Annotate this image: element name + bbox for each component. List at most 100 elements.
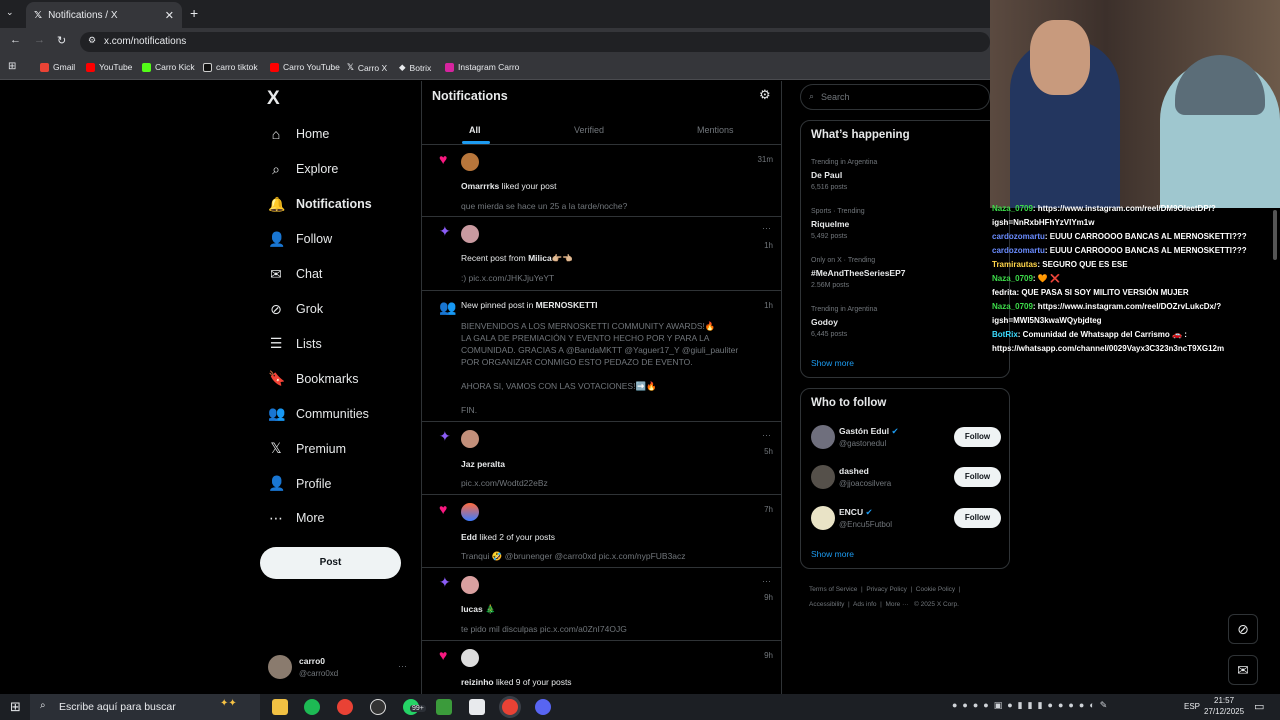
- nav-label: Home: [296, 127, 330, 141]
- nav-follow[interactable]: 👤 Follow: [268, 231, 332, 248]
- notification-item[interactable]: ♥ 31m Omarrrks liked your post que mierd…: [422, 145, 781, 217]
- follow-button[interactable]: Follow: [954, 467, 1001, 487]
- bookmark-gmail[interactable]: Gmail: [40, 62, 75, 72]
- messages-floating-button[interactable]: ✉: [1228, 655, 1258, 685]
- nav-label: Chat: [296, 267, 323, 282]
- chrome-icon[interactable]: [337, 699, 353, 715]
- browser-tab[interactable]: 𝕏 Notifications / X ✕: [26, 2, 182, 28]
- reload-icon[interactable]: ↻: [57, 34, 66, 47]
- nav-profile[interactable]: 👤 Profile: [268, 475, 331, 492]
- chat-text: : SEGURO QUE ES ESE: [1037, 260, 1128, 269]
- windows-start-icon[interactable]: ⊞: [10, 699, 21, 715]
- settings-icon[interactable]: ⚙: [759, 87, 771, 103]
- system-tray-icons[interactable]: ●●●●▣●▮▮▮●●●●◐✎: [952, 700, 1112, 711]
- avatar: [811, 425, 835, 449]
- nav-lists[interactable]: ☰ Lists: [268, 335, 322, 352]
- bookmark-carro-kick[interactable]: Carro Kick: [142, 62, 195, 72]
- search-input[interactable]: ⌕ Search: [800, 84, 990, 110]
- whatsapp-badge: 99+: [410, 705, 426, 712]
- more-circle-icon: ⋯: [269, 509, 283, 526]
- x-logo[interactable]: X: [267, 88, 280, 110]
- notification-item[interactable]: ✦ ··· 9h lucas 🎄 te pido mil disculpas p…: [422, 568, 781, 641]
- notification-item[interactable]: ✦ ··· 1h Recent post from Milica👉🏼👈🏼 :) …: [422, 217, 781, 291]
- nav-explore[interactable]: ⌕ Explore: [268, 161, 338, 178]
- tab-list-chevron-icon[interactable]: ⌄: [6, 7, 14, 18]
- new-tab-button[interactable]: +: [190, 5, 198, 21]
- notification-item[interactable]: ✦ ··· 5h Jaz peralta pic.x.com/Wodtd22eB…: [422, 422, 781, 495]
- apps-icon[interactable]: ⊞: [8, 61, 16, 72]
- store-icon[interactable]: [469, 699, 485, 715]
- tab-all[interactable]: All: [469, 125, 481, 135]
- notification-item[interactable]: ♥ 7h Edd liked 2 of your posts Tranqui 🤣…: [422, 495, 781, 568]
- clock-date[interactable]: 27/12/2025: [1204, 707, 1244, 716]
- grok-floating-button[interactable]: ⊘: [1228, 614, 1258, 644]
- back-icon[interactable]: ←: [10, 34, 21, 46]
- taskbar-search[interactable]: ⌕ Escribe aquí para buscar ✦✦: [30, 694, 260, 720]
- trend-item[interactable]: Sports · Trending Riquelme 5,492 posts: [811, 208, 865, 240]
- site-info-icon[interactable]: ⚙: [88, 35, 96, 46]
- scrollbar[interactable]: [1273, 210, 1277, 260]
- language-indicator[interactable]: ESP: [1184, 702, 1200, 711]
- follow-suggestion[interactable]: dashed @jjoacosilvera Follow: [811, 465, 1001, 491]
- post-snippet: que mierda se hace un 25 a la tarde/noch…: [461, 201, 628, 211]
- url-field[interactable]: ⚙ x.com/notifications: [80, 32, 990, 52]
- more-dots-icon[interactable]: ···: [762, 223, 771, 233]
- post-snippet: :) pic.x.com/JHKJjuYeYT: [461, 273, 555, 283]
- chrome-icon[interactable]: [502, 699, 518, 715]
- bookmark-carro-x[interactable]: 𝕏 Carro X: [347, 62, 387, 73]
- obs-icon[interactable]: [370, 699, 386, 715]
- nav-premium[interactable]: 𝕏 Premium: [268, 440, 346, 457]
- forward-icon[interactable]: →: [34, 34, 45, 46]
- nav-grok[interactable]: ⊘ Grok: [268, 301, 323, 318]
- tab-verified[interactable]: Verified: [574, 125, 604, 135]
- tab-mentions[interactable]: Mentions: [697, 125, 734, 135]
- more-dots-icon[interactable]: ···: [762, 430, 771, 440]
- footer-links: Terms of Service | Privacy Policy | Cook…: [809, 586, 961, 608]
- chat-message: Tramirautas: SEGURO QUE ES ESE: [992, 260, 1128, 269]
- more-dots-icon[interactable]: ···: [762, 576, 771, 586]
- chat-text: : https://www.instagram.com/reel/DOZrvLu…: [1032, 302, 1222, 311]
- avatar: [811, 506, 835, 530]
- nav-communities[interactable]: 👥 Communities: [268, 405, 369, 422]
- spotify-icon[interactable]: [304, 699, 320, 715]
- bookmark-carro-youtube[interactable]: Carro YouTube: [270, 62, 340, 72]
- nav-label: Grok: [296, 302, 324, 316]
- follow-button[interactable]: Follow: [954, 508, 1001, 528]
- file-explorer-icon[interactable]: [272, 699, 288, 715]
- bookmark-instagram-carro[interactable]: Instagram Carro: [445, 62, 519, 72]
- notification-item[interactable]: ♥ 9h reizinho liked 9 of your posts: [422, 641, 781, 694]
- chat-message: Naza_0709: https://www.instagram.com/ree…: [992, 302, 1221, 311]
- show-more-link[interactable]: Show more: [811, 358, 854, 368]
- notification-item[interactable]: 👥 1h New pinned post in MERNOSKETTI BIEN…: [422, 291, 781, 422]
- nav-bookmarks[interactable]: 🔖 Bookmarks: [268, 370, 359, 387]
- nav-label: Bookmarks: [296, 371, 359, 386]
- trend-item[interactable]: Trending in Argentina Godoy 6,445 posts: [811, 306, 877, 338]
- nav-more[interactable]: ⋯ More: [268, 510, 324, 527]
- nav-notifications[interactable]: 🔔 Notifications: [268, 196, 372, 213]
- windows-taskbar: ⊞ ⌕ Escribe aquí para buscar ✦✦ 99+ ●●●●…: [0, 694, 1280, 720]
- stream-chat-overlay: Naza_0709 : https://www.instagram.com/ree…: [990, 204, 1280, 358]
- nav-chat[interactable]: ✉ Chat: [268, 266, 322, 283]
- follow-suggestion[interactable]: ENCU ✔ @Encu5Futbol Follow: [811, 506, 1001, 532]
- bookmark-youtube[interactable]: YouTube: [86, 62, 132, 72]
- url-text: x.com/notifications: [104, 36, 187, 47]
- follow-suggestion[interactable]: Gastón Edul ✔ @gastonedul Follow: [811, 425, 1001, 451]
- timestamp: 9h: [764, 593, 773, 602]
- chat-username: Naza_0709: [992, 204, 1033, 213]
- minecraft-icon[interactable]: [436, 699, 452, 715]
- bookmark-carro-tiktok[interactable]: carro tiktok: [203, 62, 258, 72]
- nav-home[interactable]: ⌂ Home: [268, 126, 330, 142]
- more-dots-icon[interactable]: ···: [398, 661, 407, 671]
- follow-button[interactable]: Follow: [954, 427, 1001, 447]
- trend-item[interactable]: Trending in Argentina De Paul 6,516 post…: [811, 159, 877, 191]
- clock-time[interactable]: 21:57: [1214, 696, 1234, 705]
- search-icon: ⌕: [272, 160, 280, 177]
- notification-center-icon[interactable]: ▭: [1254, 700, 1264, 713]
- tab-close-icon[interactable]: ✕: [165, 9, 174, 22]
- account-switcher[interactable]: carro0 @carro0xd ···: [268, 655, 413, 681]
- post-button[interactable]: Post: [260, 547, 401, 579]
- show-more-link[interactable]: Show more: [811, 549, 854, 559]
- bookmark-botrix[interactable]: ◆ Botrix: [399, 62, 431, 73]
- discord-icon[interactable]: [535, 699, 551, 715]
- trend-item[interactable]: Only on X · Trending #MeAndTheeSeriesEP7…: [811, 257, 905, 289]
